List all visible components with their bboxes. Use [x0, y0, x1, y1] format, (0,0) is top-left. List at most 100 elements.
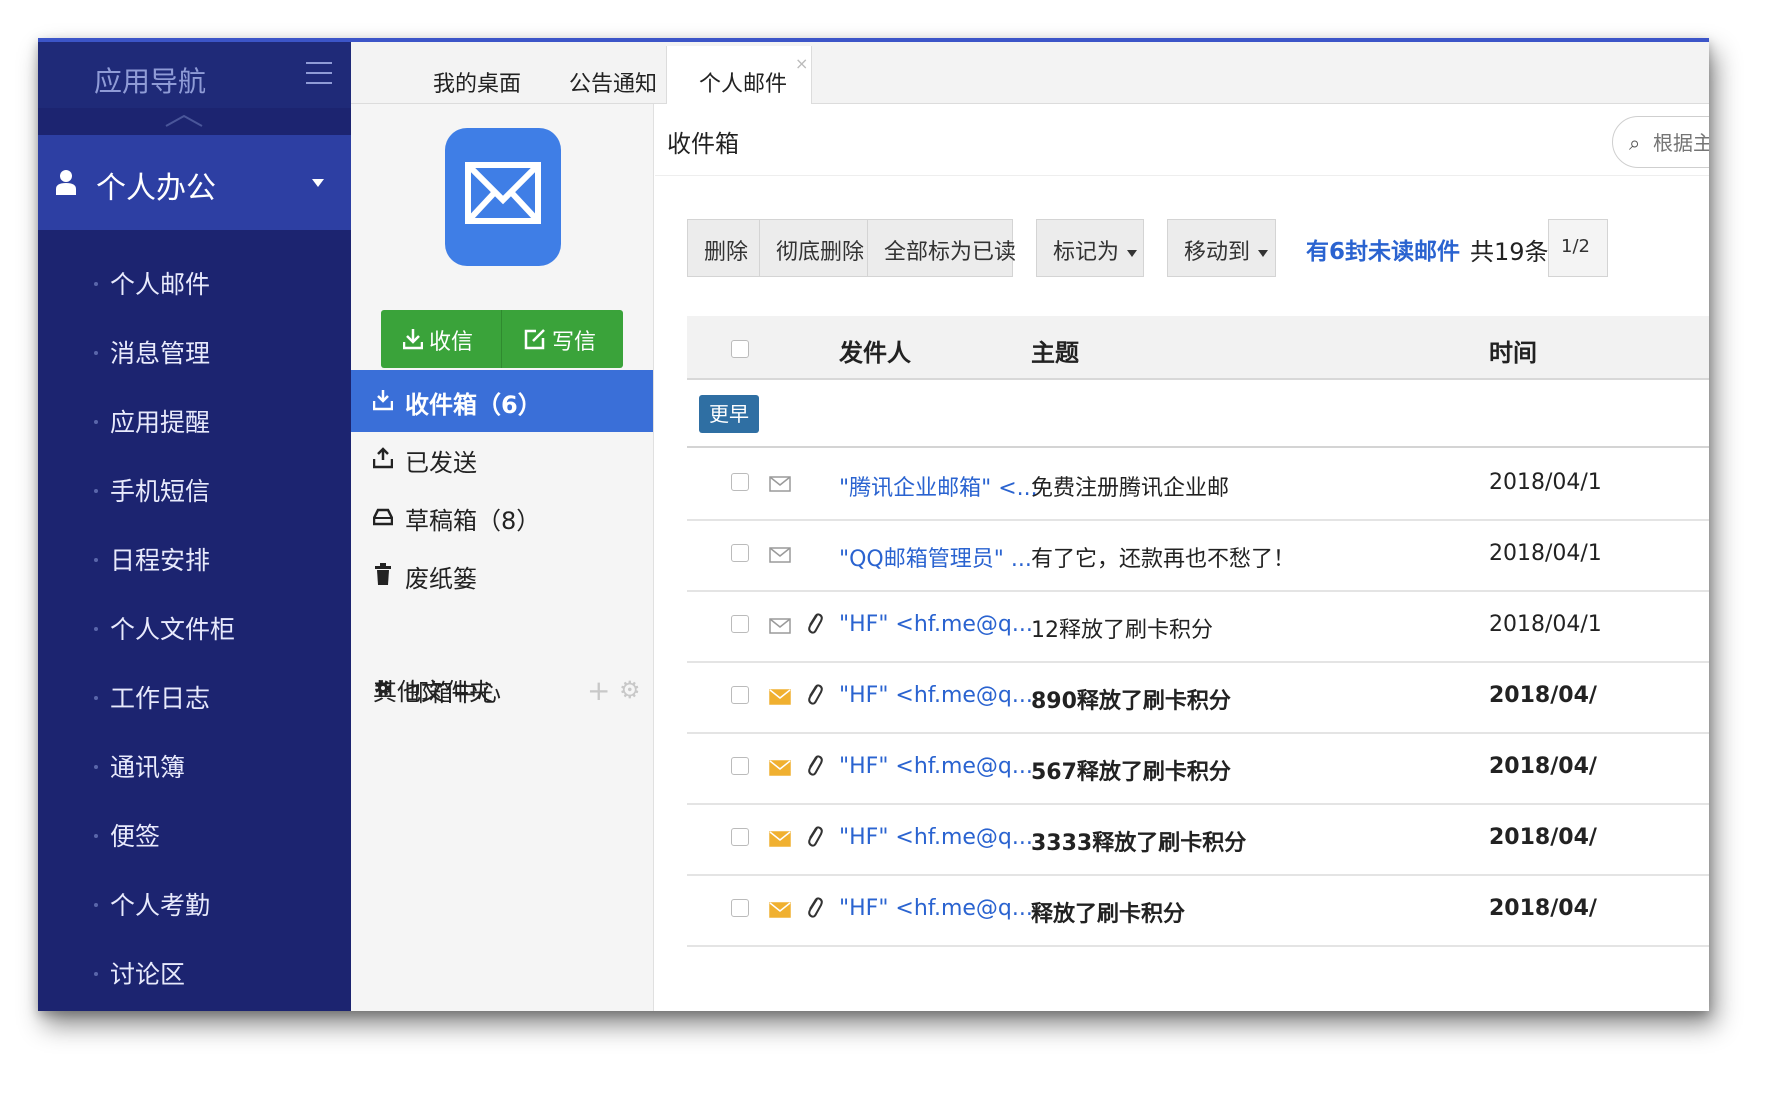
sender-link[interactable]: "HF" <hf.me@q... — [839, 754, 1033, 779]
page-indicator: 1/2 — [1561, 236, 1590, 257]
unread-mail-link[interactable]: 有6封未读邮件 — [1306, 232, 1460, 266]
tab-my-desktop[interactable]: 我的桌面 — [391, 46, 521, 108]
folder-drafts[interactable]: 草稿箱（8） — [351, 486, 653, 548]
subject-text[interactable]: 释放了刷卡积分 — [1031, 896, 1185, 928]
select-all-checkbox[interactable] — [731, 340, 749, 358]
group-header-row: 更早 — [687, 380, 1709, 448]
app-window: 应用导航 个人办公 个人邮件 消息管理 应用提醒 手机短信 日程安排 个人文件柜… — [38, 38, 1709, 1011]
subject-text[interactable]: 567释放了刷卡积分 — [1031, 754, 1231, 786]
sender-link[interactable]: "HF" <hf.me@q... — [839, 825, 1033, 850]
write-mail-button[interactable]: 写信 — [502, 310, 623, 368]
folder-label: 收件箱（6） — [405, 391, 542, 419]
trash-icon — [375, 563, 391, 585]
mail-row[interactable]: "HF" <hf.me@q... 释放了刷卡积分 2018/04/ — [687, 876, 1709, 947]
mail-row[interactable]: "HF" <hf.me@q... 3333释放了刷卡积分 2018/04/ — [687, 805, 1709, 876]
folder-label: 已发送 — [405, 449, 477, 477]
folder-sent[interactable]: 已发送 — [351, 428, 653, 490]
paperclip-icon — [808, 684, 823, 705]
tab-bar: 我的桌面 公告通知 个人邮件 × — [351, 38, 1709, 109]
nav-item-work-log[interactable]: 工作日志 — [38, 665, 351, 734]
page-title: 收件箱 — [667, 130, 739, 158]
nav-item-label: 应用提醒 — [110, 408, 211, 437]
mail-center-link[interactable]: 邮箱中心 — [351, 658, 653, 720]
mark-all-read-button[interactable]: 全部标为已读 — [867, 219, 1016, 277]
delete-button[interactable]: 删除 — [687, 219, 760, 277]
mail-row[interactable]: "HF" <hf.me@q... 12释放了刷卡积分 2018/04/1 — [687, 592, 1709, 663]
mail-row[interactable]: "腾讯企业邮箱" <... 免费注册腾讯企业邮 2018/04/1 — [687, 450, 1709, 521]
mail-center-label: 邮箱中心 — [405, 679, 501, 707]
envelope-unread-icon — [769, 831, 791, 847]
mail-row[interactable]: "QQ邮箱管理员" ... 有了它，还款再也不愁了！ 2018/04/1 — [687, 521, 1709, 592]
tab-announcements[interactable]: 公告通知 — [529, 46, 657, 108]
search-input[interactable] — [1653, 131, 1709, 155]
pagination[interactable]: 1/2 — [1548, 219, 1608, 277]
nav-item-attendance[interactable]: 个人考勤 — [38, 872, 351, 941]
time-text: 2018/04/ — [1489, 825, 1597, 850]
nav-item-label: 个人邮件 — [110, 270, 211, 299]
row-checkbox[interactable] — [731, 899, 749, 917]
nav-group-personal-office[interactable]: 个人办公 — [38, 135, 351, 230]
mail-action-buttons: 收信 写信 — [381, 310, 623, 368]
paperclip-icon — [808, 897, 823, 918]
table-header: 发件人 主题 时间 — [687, 316, 1709, 380]
time-text: 2018/04/ — [1489, 754, 1597, 779]
sender-link[interactable]: "QQ邮箱管理员" ... — [839, 541, 1032, 573]
receive-mail-button[interactable]: 收信 — [381, 310, 502, 368]
nav-item-label: 日程安排 — [110, 546, 211, 575]
sender-link[interactable]: "HF" <hf.me@q... — [839, 683, 1033, 708]
nav-item-address-book[interactable]: 通讯簿 — [38, 734, 351, 803]
subject-text[interactable]: 免费注册腾讯企业邮 — [1031, 470, 1229, 502]
sender-link[interactable]: "HF" <hf.me@q... — [839, 612, 1033, 637]
tab-label: 我的桌面 — [433, 72, 522, 97]
nav-item-messages[interactable]: 消息管理 — [38, 320, 351, 389]
move-to-label: 移动到 — [1184, 240, 1251, 265]
mail-row[interactable]: "HF" <hf.me@q... 567释放了刷卡积分 2018/04/ — [687, 734, 1709, 805]
subject-text[interactable]: 3333释放了刷卡积分 — [1031, 825, 1246, 857]
envelope-read-icon — [769, 618, 791, 634]
paperclip-icon — [808, 826, 823, 847]
row-checkbox[interactable] — [731, 473, 749, 491]
purge-button[interactable]: 彻底删除 — [759, 219, 868, 277]
hamburger-menu-icon[interactable] — [306, 62, 332, 84]
row-checkbox[interactable] — [731, 686, 749, 704]
app-navigation: 应用导航 个人办公 个人邮件 消息管理 应用提醒 手机短信 日程安排 个人文件柜… — [38, 38, 351, 1011]
nav-item-notes[interactable]: 便签 — [38, 803, 351, 872]
subject-text[interactable]: 有了它，还款再也不愁了！ — [1031, 541, 1295, 573]
move-to-dropdown[interactable]: 移动到 — [1167, 219, 1276, 277]
delete-label: 删除 — [704, 240, 749, 265]
nav-item-forum[interactable]: 讨论区 — [38, 941, 351, 1010]
folder-inbox[interactable]: 收件箱（6） — [351, 370, 653, 432]
row-checkbox[interactable] — [731, 757, 749, 775]
nav-item-schedule[interactable]: 日程安排 — [38, 527, 351, 596]
envelope-unread-icon — [769, 760, 791, 776]
row-checkbox[interactable] — [731, 544, 749, 562]
mark-as-dropdown[interactable]: 标记为 — [1036, 219, 1144, 277]
subject-text[interactable]: 12释放了刷卡积分 — [1031, 612, 1213, 644]
nav-item-sms[interactable]: 手机短信 — [38, 458, 351, 527]
mail-row[interactable]: "HF" <hf.me@q... 890释放了刷卡积分 2018/04/ — [687, 663, 1709, 734]
edit-icon — [524, 329, 545, 350]
time-text: 2018/04/ — [1489, 683, 1597, 708]
time-text: 2018/04/ — [1489, 896, 1597, 921]
nav-item-personal-mail[interactable]: 个人邮件 — [38, 251, 351, 320]
mark-as-label: 标记为 — [1053, 240, 1120, 265]
nav-item-label: 手机短信 — [110, 477, 211, 506]
folder-trash[interactable]: 废纸篓 — [351, 544, 653, 606]
tab-personal-mail[interactable]: 个人邮件 × — [666, 46, 812, 109]
sender-link[interactable]: "HF" <hf.me@q... — [839, 896, 1033, 921]
receive-mail-label: 收信 — [429, 330, 474, 355]
tab-label: 公告通知 — [569, 72, 658, 97]
chevron-up-icon[interactable] — [164, 114, 204, 128]
sender-link[interactable]: "腾讯企业邮箱" <... — [839, 470, 1038, 502]
row-checkbox[interactable] — [731, 828, 749, 846]
nav-item-reminders[interactable]: 应用提醒 — [38, 389, 351, 458]
subject-text[interactable]: 890释放了刷卡积分 — [1031, 683, 1231, 715]
write-mail-label: 写信 — [552, 330, 597, 355]
nav-header: 应用导航 — [38, 38, 351, 108]
inbox-header: 收件箱 ⌕ — [655, 104, 1709, 176]
row-checkbox[interactable] — [731, 615, 749, 633]
envelope-unread-icon — [769, 689, 791, 705]
nav-item-file-cabinet[interactable]: 个人文件柜 — [38, 596, 351, 665]
paperclip-icon — [808, 755, 823, 776]
close-icon[interactable]: × — [795, 54, 808, 73]
